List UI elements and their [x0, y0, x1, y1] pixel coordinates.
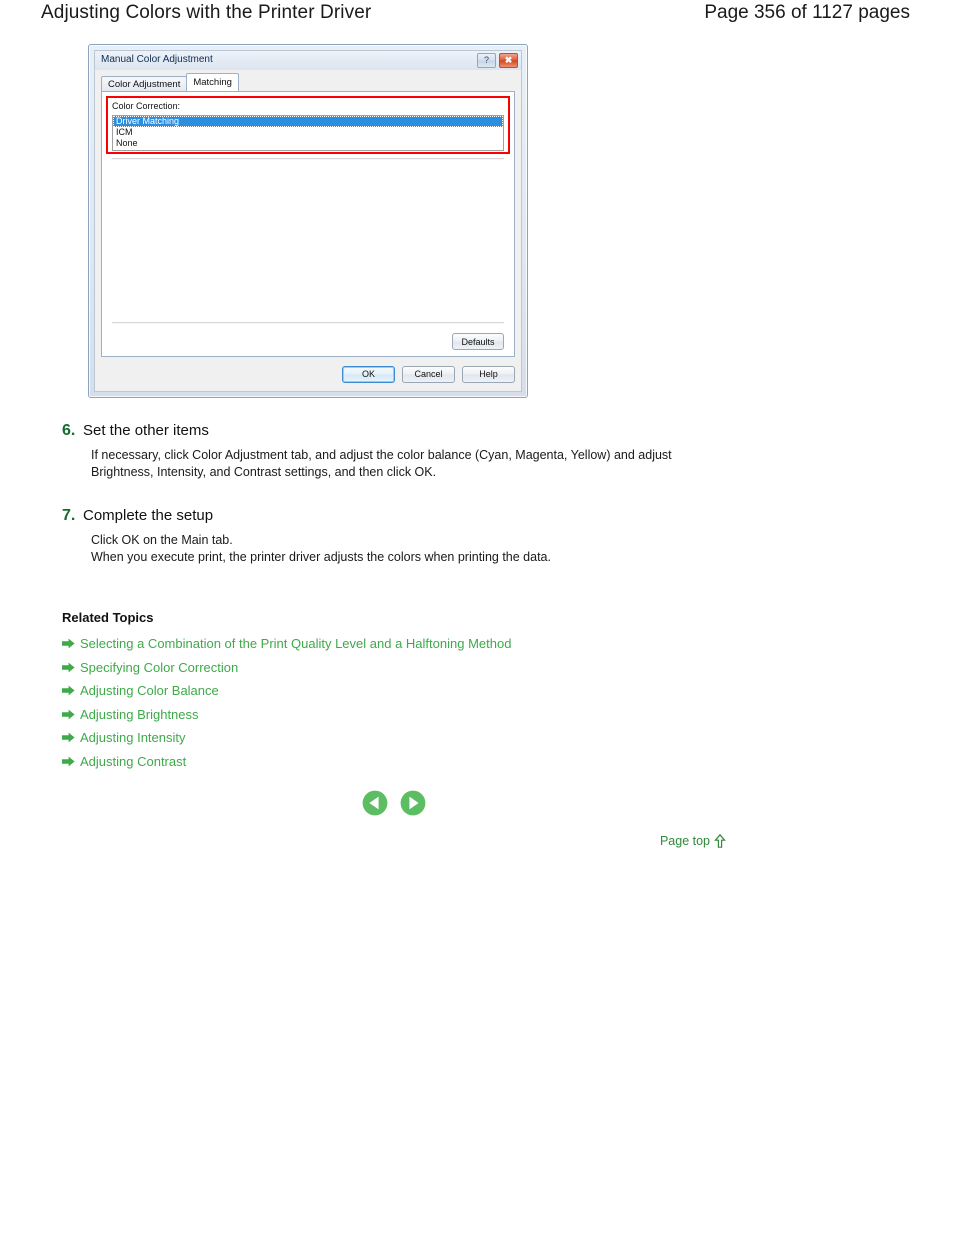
related-link-3[interactable]: Adjusting Color Balance: [62, 679, 702, 703]
step-7: 7. Complete the setup Click OK on the Ma…: [62, 507, 762, 566]
related-link-2[interactable]: Specifying Color Correction: [62, 656, 702, 680]
separator-top: [112, 158, 504, 160]
color-correction-label: Color Correction:: [112, 101, 181, 111]
step-6-body: If necessary, click Color Adjustment tab…: [91, 448, 672, 479]
manual-color-adjustment-dialog: Manual Color Adjustment ? ✖ Color Adjust…: [88, 44, 528, 398]
window-controls: ? ✖: [477, 53, 518, 68]
step-7-body: Click OK on the Main tab. When you execu…: [91, 533, 551, 564]
dialog-title: Manual Color Adjustment: [101, 54, 213, 65]
page-top-label: Page top: [659, 834, 710, 848]
right-arrow-icon: [62, 732, 75, 743]
next-page-icon[interactable]: [400, 790, 426, 816]
tab-matching[interactable]: Matching: [186, 73, 239, 91]
page-header: Adjusting Colors with the Printer Driver…: [0, 0, 954, 36]
related-link-2-label: Specifying Color Correction: [80, 659, 239, 675]
help-icon[interactable]: ?: [477, 53, 496, 68]
step-6-heading: 6. Set the other items: [62, 422, 762, 440]
step-6-title: Set the other items: [83, 422, 209, 439]
separator-bottom: [112, 322, 504, 324]
related-link-4-label: Adjusting Brightness: [80, 706, 199, 722]
dialog-footer: OK Cancel Help: [101, 362, 515, 386]
page-number-indicator: Page 356 of 1127 pages: [704, 2, 910, 23]
right-arrow-icon: [62, 709, 75, 720]
related-link-6[interactable]: Adjusting Contrast: [62, 750, 702, 774]
color-correction-listbox[interactable]: Driver Matching ICM None: [112, 115, 504, 151]
related-link-5-label: Adjusting Intensity: [80, 730, 186, 746]
up-arrow-icon: [714, 834, 726, 848]
listbox-option-driver-matching[interactable]: Driver Matching: [113, 116, 503, 127]
related-topics-section: Related Topics Selecting a Combination o…: [62, 610, 702, 773]
dialog-title-bar: Manual Color Adjustment ? ✖: [95, 51, 521, 70]
step-7-heading: 7. Complete the setup: [62, 507, 762, 525]
cancel-button[interactable]: Cancel: [402, 365, 455, 383]
instruction-steps: 6. Set the other items If necessary, cli…: [62, 422, 762, 588]
step-6-number: 6.: [62, 422, 76, 439]
tab-color-adjustment[interactable]: Color Adjustment: [101, 76, 188, 91]
related-link-6-label: Adjusting Contrast: [80, 753, 187, 769]
related-link-5[interactable]: Adjusting Intensity: [62, 726, 702, 750]
related-link-4[interactable]: Adjusting Brightness: [62, 703, 702, 727]
related-link-1-label: Selecting a Combination of the Print Qua…: [80, 636, 512, 652]
dialog-inner-frame: Manual Color Adjustment ? ✖ Color Adjust…: [94, 50, 522, 392]
related-topics-heading: Related Topics: [62, 610, 154, 625]
right-arrow-icon: [62, 756, 75, 767]
step-7-title: Complete the setup: [83, 507, 214, 524]
help-button[interactable]: Help: [462, 365, 515, 383]
close-icon[interactable]: ✖: [499, 53, 518, 68]
step-6: 6. Set the other items If necessary, cli…: [62, 422, 762, 481]
step-7-number: 7.: [62, 507, 76, 524]
listbox-option-icm[interactable]: ICM: [113, 127, 503, 138]
ok-button[interactable]: OK: [342, 365, 395, 383]
defaults-button[interactable]: Defaults: [452, 333, 504, 350]
tab-panel-matching: Color Correction: Driver Matching ICM No…: [101, 91, 515, 357]
page-title: Adjusting Colors with the Printer Driver: [41, 2, 372, 23]
previous-page-icon[interactable]: [362, 790, 388, 816]
page-navigation: [362, 790, 426, 816]
related-link-1[interactable]: Selecting a Combination of the Print Qua…: [62, 632, 702, 656]
related-link-3-label: Adjusting Color Balance: [80, 683, 219, 699]
screenshot-figure: Manual Color Adjustment ? ✖ Color Adjust…: [88, 44, 528, 398]
dialog-tab-strip: Color Adjustment Matching: [101, 73, 521, 91]
right-arrow-icon: [62, 638, 75, 649]
page-top-link[interactable]: Page top: [660, 834, 726, 848]
right-arrow-icon: [62, 685, 75, 696]
listbox-option-none[interactable]: None: [113, 138, 503, 149]
right-arrow-icon: [62, 662, 75, 673]
